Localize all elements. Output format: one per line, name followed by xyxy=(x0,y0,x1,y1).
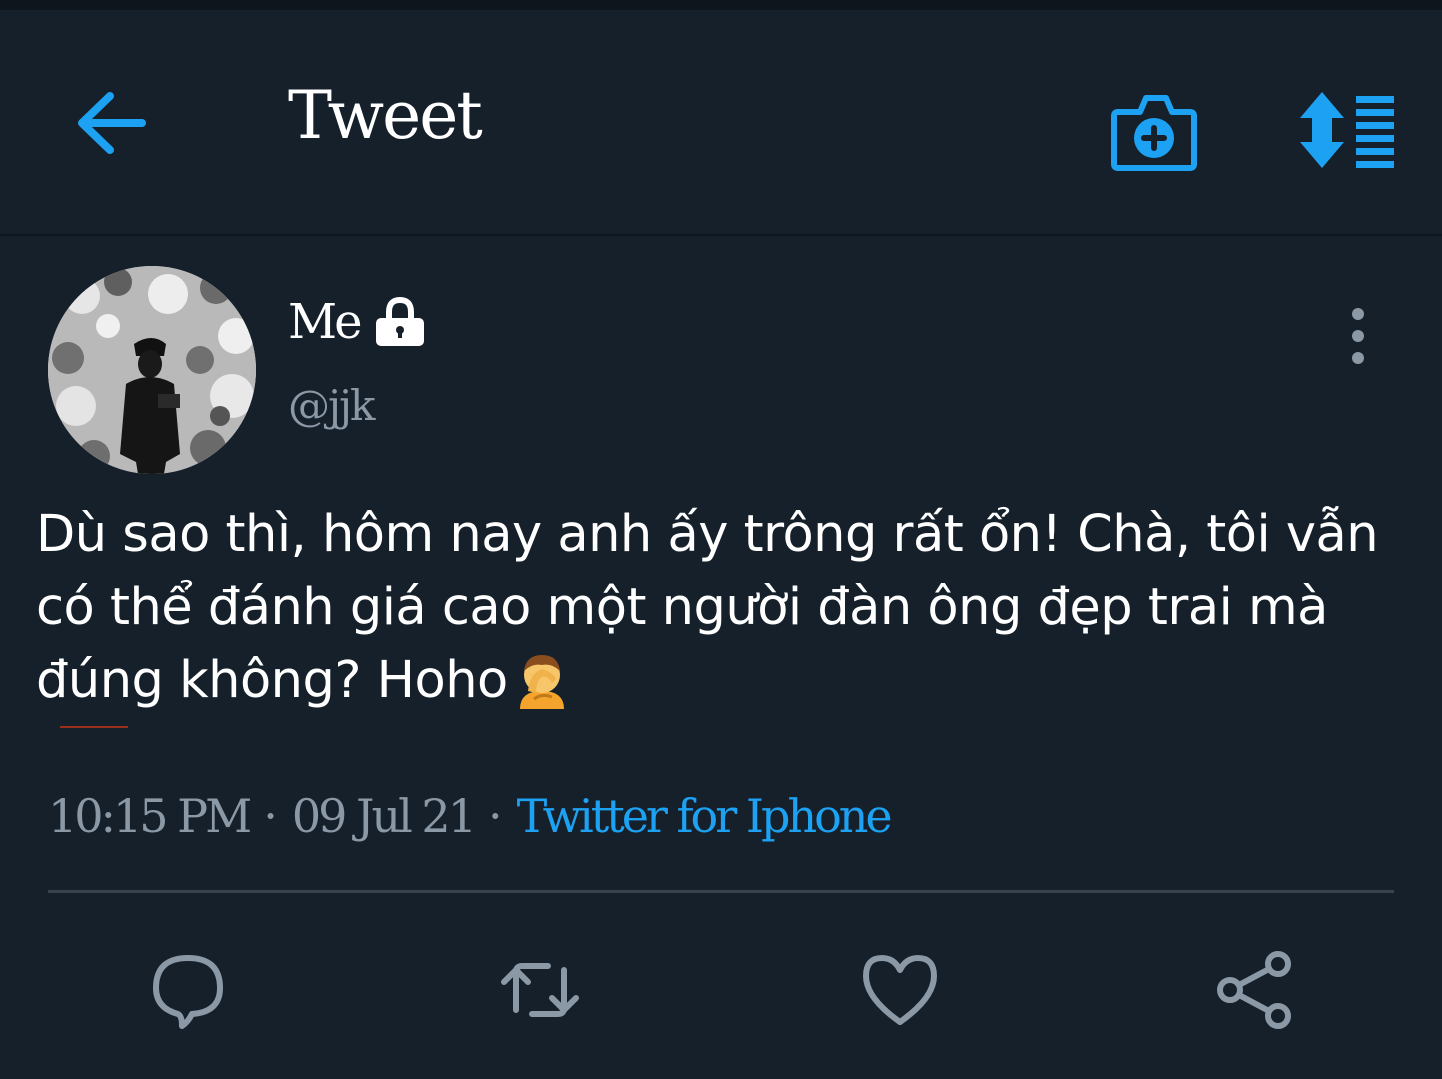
arrow-left-icon xyxy=(78,92,146,154)
top-app-bar: Tweet xyxy=(0,10,1442,236)
retweet-button[interactable] xyxy=(500,950,580,1030)
more-vertical-icon xyxy=(1352,308,1364,364)
meta-separator: · xyxy=(487,789,503,843)
lock-icon xyxy=(375,296,424,346)
tweet-text: Dù sao thì, hôm nay anh ấy trông rất ổn!… xyxy=(36,505,1379,710)
tweet-source-link[interactable]: Twitter for Iphone xyxy=(517,780,893,852)
comment-icon xyxy=(153,955,223,1029)
share-button[interactable] xyxy=(1214,950,1294,1030)
status-bar xyxy=(0,0,1442,10)
sort-button[interactable] xyxy=(1292,90,1400,170)
tweet-body: Dù sao thì, hôm nay anh ấy trông rất ổn!… xyxy=(36,498,1432,717)
page-title: Tweet xyxy=(288,77,483,154)
author-handle[interactable]: @jjk xyxy=(288,378,375,434)
retweet-icon xyxy=(501,963,579,1017)
reply-button[interactable] xyxy=(148,950,228,1030)
back-button[interactable] xyxy=(74,88,150,158)
share-icon xyxy=(1217,951,1291,1029)
heart-icon xyxy=(863,955,937,1025)
author-row: Me xyxy=(288,290,428,354)
tweet-date: 09 Jul 21 xyxy=(291,789,477,843)
avatar[interactable] xyxy=(48,266,256,474)
tweet-metadata: 10:15 PM · 09 Jul 21 · Twitter for Iphon… xyxy=(48,780,893,852)
profile-photo xyxy=(48,266,256,474)
like-button[interactable] xyxy=(860,950,940,1030)
tweet-time: 10:15 PM xyxy=(48,789,252,843)
camera-plus-icon xyxy=(1111,95,1197,171)
divider xyxy=(48,890,1394,893)
add-photo-button[interactable] xyxy=(1110,86,1198,174)
author-name[interactable]: Me xyxy=(288,292,363,352)
facepalm-emoji-icon xyxy=(519,655,564,709)
meta-separator: · xyxy=(263,789,278,843)
text-underline xyxy=(60,726,128,728)
more-options-button[interactable] xyxy=(1336,306,1380,368)
sort-list-icon xyxy=(1300,92,1394,168)
